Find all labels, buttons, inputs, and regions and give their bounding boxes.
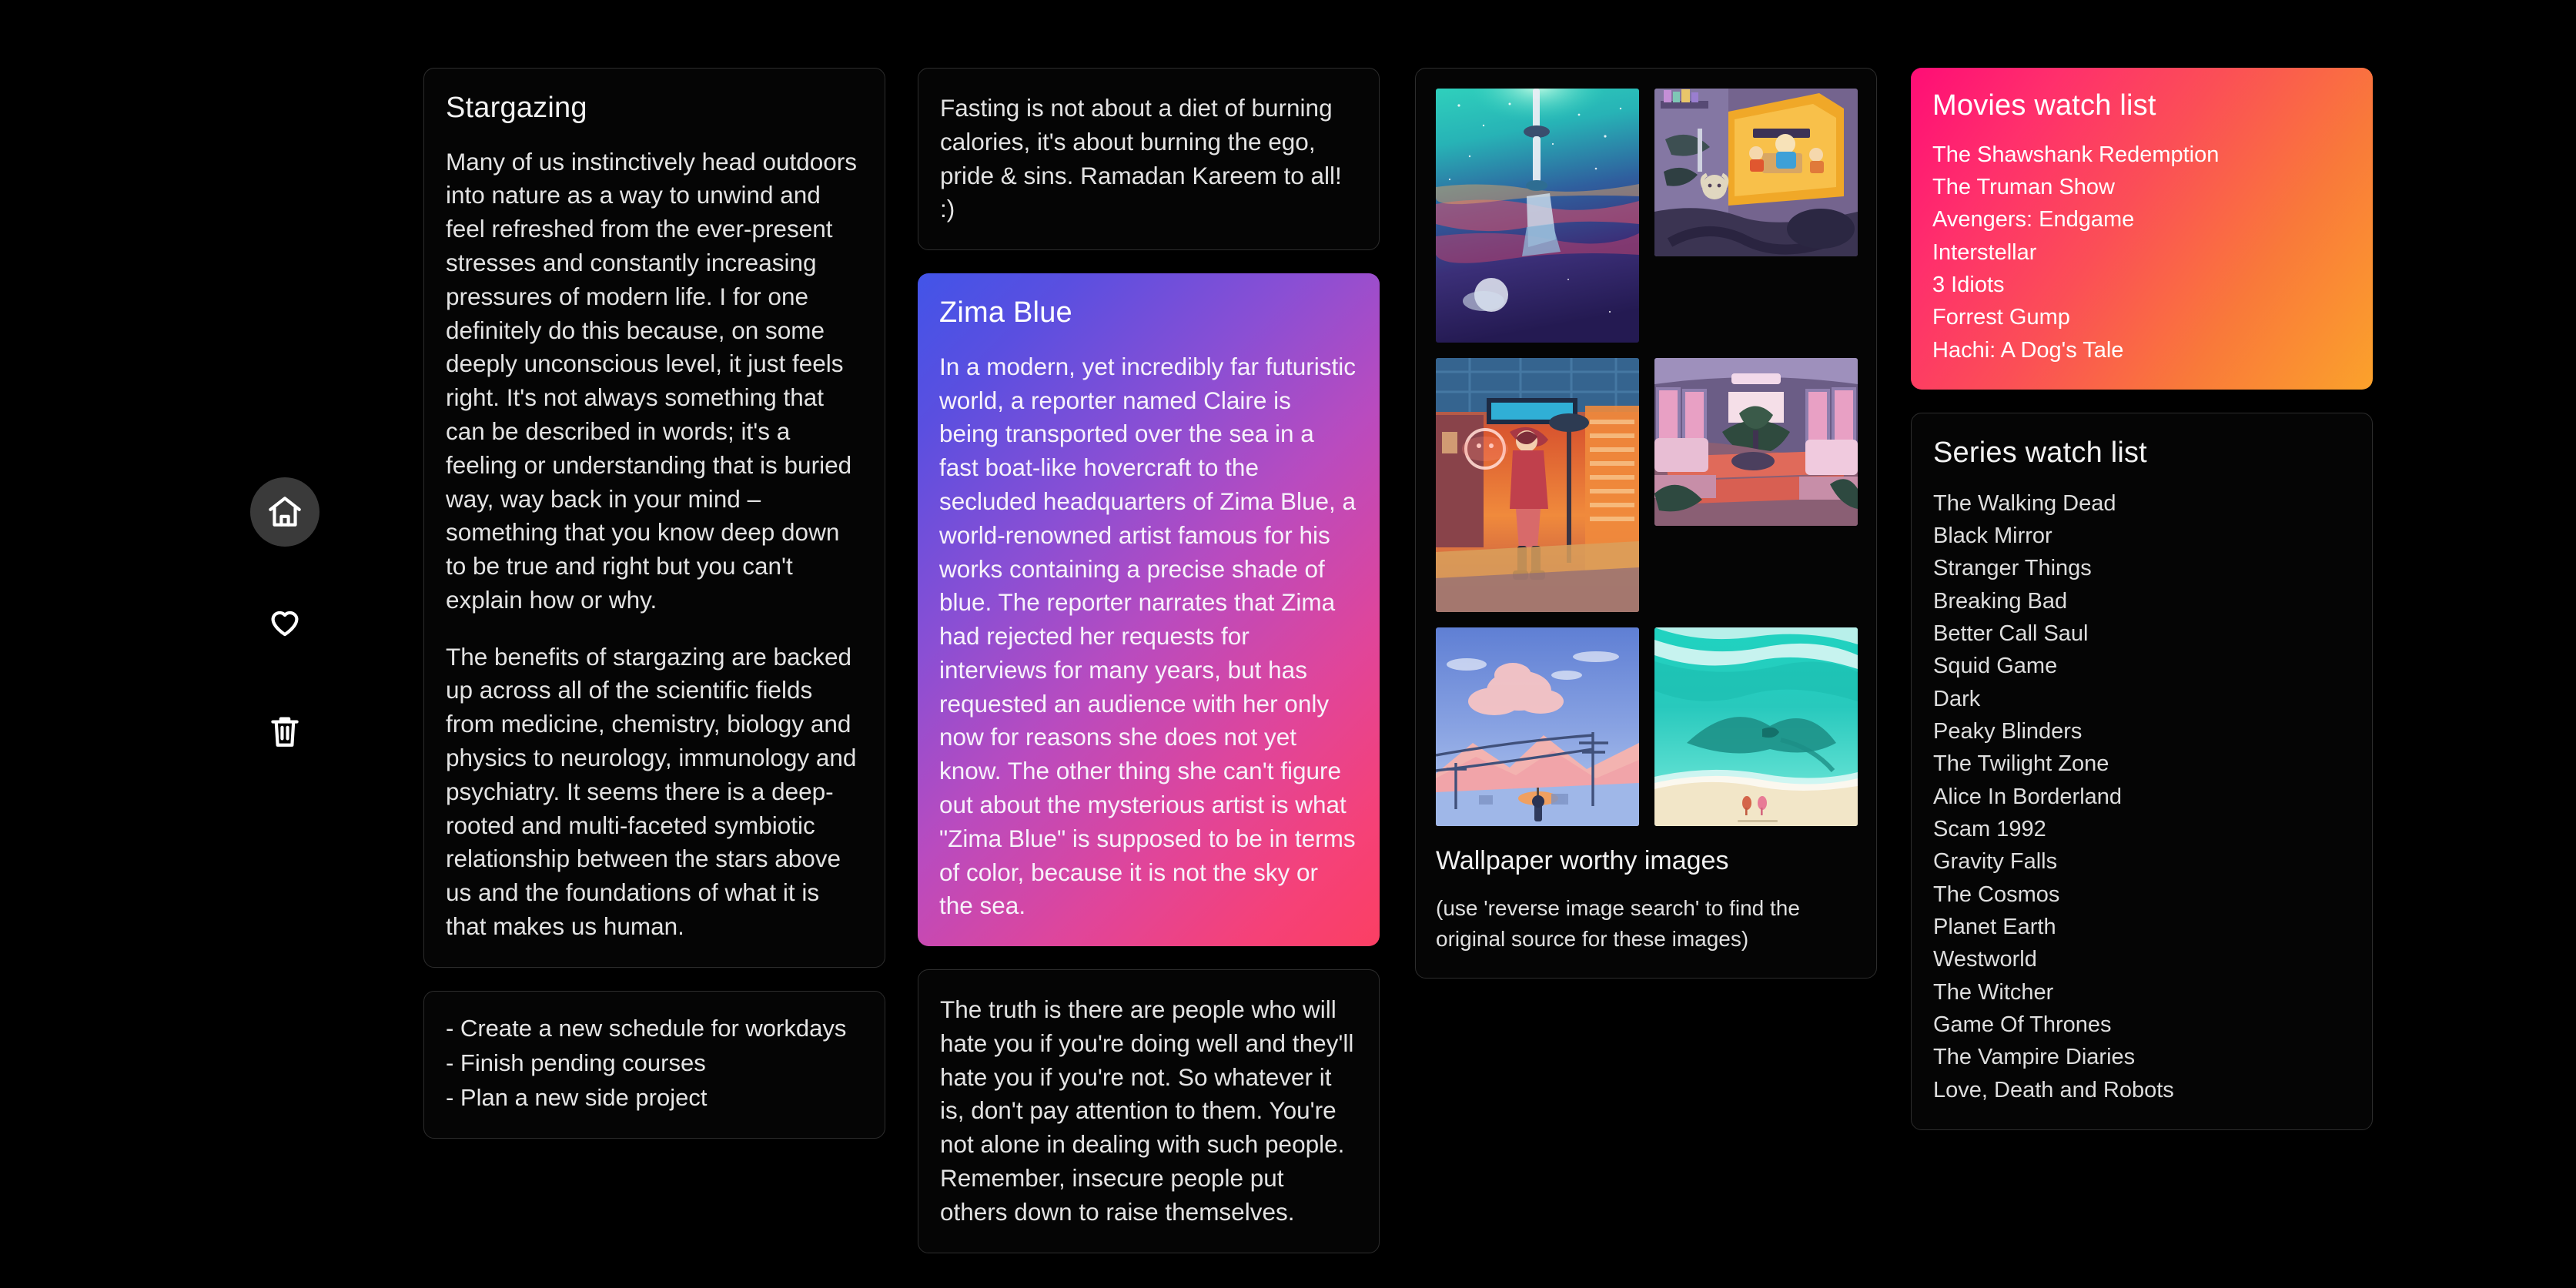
movies-list: The Shawshank Redemption The Truman Show… bbox=[1932, 139, 2350, 366]
thumbnail-cozy-attic-room-art[interactable] bbox=[1654, 89, 1858, 256]
list-item: Hachi: A Dog's Tale bbox=[1932, 337, 2124, 363]
thumbnail-neon-street-girl-art[interactable] bbox=[1436, 358, 1639, 612]
list-item: Avengers: Endgame bbox=[1932, 207, 2135, 233]
gallery-title: Wallpaper worthy images bbox=[1436, 846, 1729, 875]
todo-list: - Create a new schedule for workdays - F… bbox=[446, 1012, 861, 1116]
column-two: Fasting is not about a diet of burning c… bbox=[918, 68, 1380, 1276]
note-card-haters[interactable]: The truth is there are people who will h… bbox=[918, 969, 1380, 1253]
thumbnail-train-interior-art[interactable] bbox=[1654, 358, 1858, 526]
list-item: Interstellar bbox=[1932, 239, 2037, 265]
note-card-stargazing[interactable]: Stargazing Many of us instinctively head… bbox=[423, 68, 885, 968]
column-three: Wallpaper worthy images (use 'reverse im… bbox=[1415, 68, 1877, 1002]
thumbnail-pink-clouds-mountain-art[interactable] bbox=[1436, 627, 1639, 826]
list-item: Westworld bbox=[1933, 947, 2037, 972]
list-item: The Witcher bbox=[1933, 979, 2054, 1005]
note-body: Many of us instinctively head outdoors i… bbox=[446, 146, 861, 944]
paragraph: Many of us instinctively head outdoors i… bbox=[446, 147, 858, 614]
app-root: Stargazing Many of us instinctively head… bbox=[0, 0, 2576, 1288]
gallery-note: (use 'reverse image search' to find the … bbox=[1436, 896, 1800, 951]
trash-icon bbox=[266, 711, 304, 750]
heart-icon bbox=[266, 602, 304, 641]
list-item: Stranger Things bbox=[1933, 556, 2092, 581]
list-item: 3 Idiots bbox=[1932, 273, 2005, 297]
list-item: Alice In Borderland bbox=[1933, 784, 2123, 809]
note-body: Fasting is not about a diet of burning c… bbox=[940, 92, 1356, 226]
list-item: - Plan a new side project bbox=[446, 1083, 708, 1111]
card-title-series: Series watch list bbox=[1933, 436, 2147, 469]
list-item: Breaking Bad bbox=[1933, 588, 2068, 614]
list-item: - Finish pending courses bbox=[446, 1049, 706, 1076]
list-item: Squid Game bbox=[1933, 654, 2058, 679]
note-card-todo[interactable]: - Create a new schedule for workdays - F… bbox=[423, 990, 885, 1139]
card-title-zima-blue: Zima Blue bbox=[939, 296, 1072, 330]
list-item: Dark bbox=[1933, 686, 1981, 711]
sidebar-item-favorites[interactable] bbox=[250, 587, 319, 656]
list-item: The Walking Dead bbox=[1933, 490, 2116, 516]
list-item: Better Call Saul bbox=[1933, 621, 2089, 646]
page-title: Stargazing bbox=[446, 92, 587, 124]
list-item: - Create a new schedule for workdays bbox=[446, 1014, 847, 1042]
list-item: The Vampire Diaries bbox=[1933, 1045, 2136, 1070]
sidebar-nav bbox=[223, 477, 346, 765]
note-card-zima-blue[interactable]: Zima Blue In a modern, yet incredibly fa… bbox=[918, 273, 1380, 947]
list-item: Forrest Gump bbox=[1932, 305, 2070, 330]
paragraph: The truth is there are people who will h… bbox=[940, 995, 1354, 1226]
note-body: In a modern, yet incredibly far futurist… bbox=[939, 350, 1357, 923]
note-card-fasting[interactable]: Fasting is not about a diet of burning c… bbox=[918, 68, 1380, 251]
list-item: Peaky Blinders bbox=[1933, 718, 2083, 744]
home-icon bbox=[266, 493, 304, 531]
list-item: The Truman Show bbox=[1932, 175, 2115, 200]
list-item: Game Of Thrones bbox=[1933, 1012, 2112, 1037]
paragraph: The benefits of stargazing are backed up… bbox=[446, 642, 857, 940]
series-list: The Walking Dead Black Mirror Stranger T… bbox=[1933, 487, 2349, 1106]
paragraph: Fasting is not about a diet of burning c… bbox=[940, 94, 1342, 223]
image-grid bbox=[1436, 89, 1858, 826]
movies-watch-list-card[interactable]: Movies watch list The Shawshank Redempti… bbox=[1911, 68, 2373, 390]
list-item: The Twilight Zone bbox=[1933, 751, 2109, 777]
thumbnail-underwater-figure-art[interactable] bbox=[1436, 89, 1639, 343]
list-item: Gravity Falls bbox=[1933, 849, 2058, 875]
card-title-movies: Movies watch list bbox=[1932, 89, 2156, 122]
list-item: The Shawshank Redemption bbox=[1932, 142, 2220, 167]
list-item: The Cosmos bbox=[1933, 882, 2060, 907]
note-body: The truth is there are people who will h… bbox=[940, 993, 1356, 1229]
sidebar-item-home[interactable] bbox=[250, 477, 319, 547]
list-item: Planet Earth bbox=[1933, 914, 2056, 939]
gallery-card[interactable]: Wallpaper worthy images (use 'reverse im… bbox=[1415, 68, 1877, 979]
list-item: Black Mirror bbox=[1933, 524, 2052, 548]
paragraph: In a modern, yet incredibly far futurist… bbox=[939, 352, 1357, 920]
list-item: Scam 1992 bbox=[1933, 816, 2046, 841]
column-one: Stargazing Many of us instinctively head… bbox=[423, 68, 885, 1162]
series-watch-list-card[interactable]: Series watch list The Walking Dead Black… bbox=[1911, 412, 2373, 1130]
sidebar-item-trash[interactable] bbox=[250, 696, 319, 765]
column-four: Movies watch list The Shawshank Redempti… bbox=[1911, 68, 2373, 1153]
list-item: Love, Death and Robots bbox=[1933, 1077, 2174, 1102]
thumbnail-ocean-manta-ray-art[interactable] bbox=[1654, 627, 1858, 826]
